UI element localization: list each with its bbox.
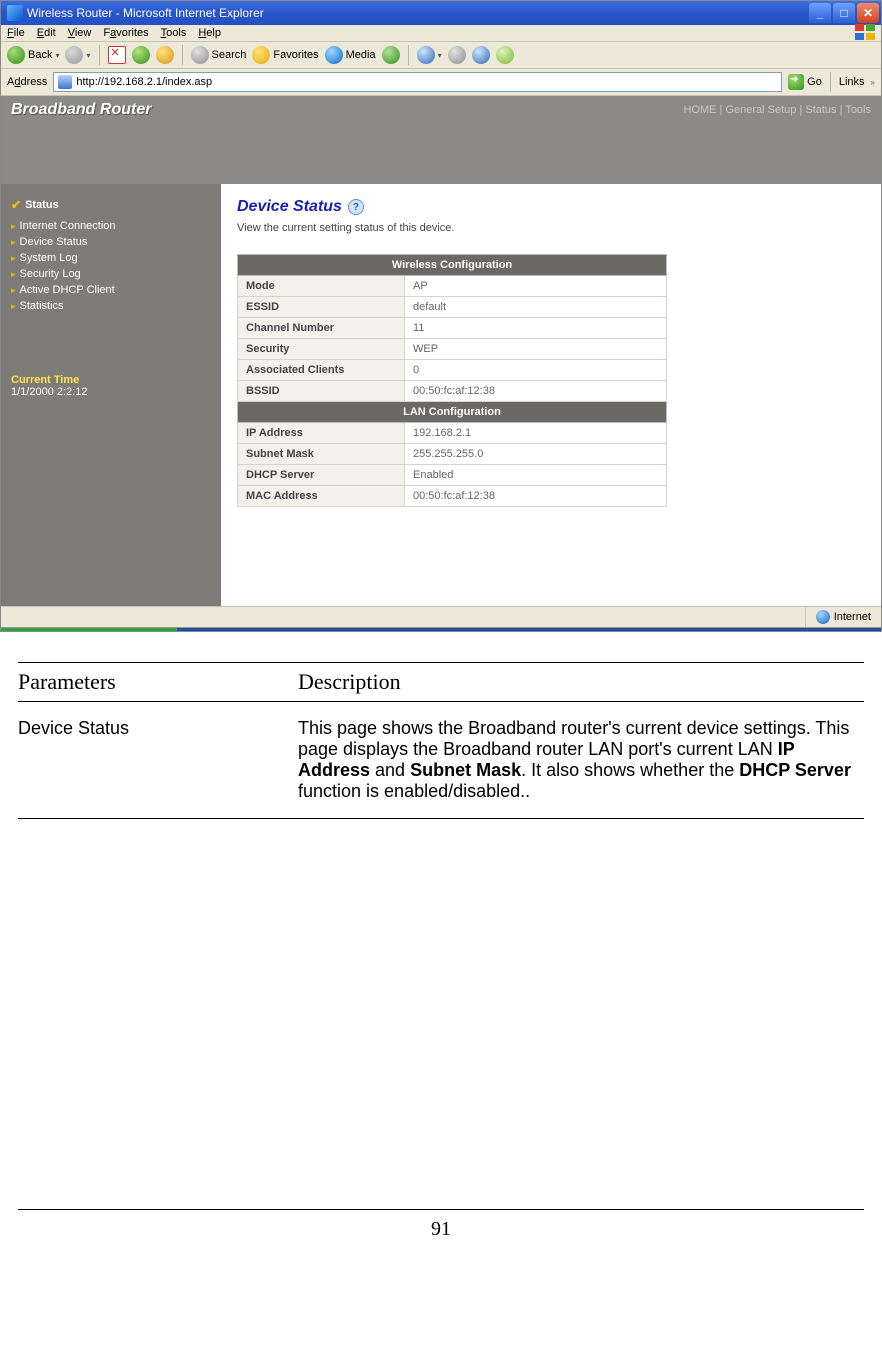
favorites-button[interactable]: Favorites — [252, 46, 318, 64]
nav-toolbar: Back▾ ▾ Search Favorites Media ▾ — [1, 42, 881, 69]
table-row: IP Address192.168.2.1 — [238, 423, 667, 444]
sidebar-item-system-log[interactable]: System Log — [11, 250, 211, 266]
param-description: This page shows the Broadband router's c… — [298, 702, 864, 819]
config-table: Wireless Configuration ModeAP ESSIDdefau… — [237, 254, 667, 507]
table-row: Associated Clients0 — [238, 360, 667, 381]
messenger-button[interactable] — [496, 46, 514, 64]
table-row: Channel Number11 — [238, 318, 667, 339]
current-time-value: 1/1/2000 2:2:12 — [11, 386, 211, 398]
table-row: MAC Address00:50:fc:af:12:38 — [238, 486, 667, 507]
router-sub-header — [1, 124, 881, 184]
page-icon — [58, 75, 72, 89]
maximize-button[interactable]: □ — [833, 3, 855, 23]
search-button[interactable]: Search — [191, 46, 247, 64]
menu-edit[interactable]: Edit — [37, 27, 56, 39]
star-icon — [252, 46, 270, 64]
menu-view[interactable]: View — [68, 27, 92, 39]
sidebar-title: ✔Status — [11, 198, 211, 212]
check-icon: ✔ — [11, 198, 21, 212]
windows-flag-icon — [855, 25, 877, 41]
search-icon — [191, 46, 209, 64]
help-icon[interactable]: ? — [348, 199, 364, 215]
router-brand: Broadband Router — [11, 101, 151, 119]
globe-icon — [816, 610, 830, 624]
sidebar-item-active-dhcp-client[interactable]: Active DHCP Client — [11, 282, 211, 298]
sidebar-item-device-status[interactable]: Device Status — [11, 234, 211, 250]
security-zone: Internet — [805, 607, 881, 627]
sidebar-item-internet-connection[interactable]: Internet Connection — [11, 218, 211, 234]
refresh-button[interactable] — [132, 46, 150, 64]
page-content: Broadband Router HOME | General Setup | … — [1, 96, 881, 606]
sidebar-list: Internet Connection Device Status System… — [11, 218, 211, 314]
mail-icon — [417, 46, 435, 64]
chevron-right-icon: » — [871, 78, 875, 87]
address-label: Address — [7, 76, 47, 88]
browser-window: Wireless Router - Microsoft Internet Exp… — [0, 0, 882, 632]
menu-help[interactable]: Help — [198, 27, 221, 39]
document-body: Parameters Description Device Status Thi… — [0, 632, 882, 1241]
media-icon — [325, 46, 343, 64]
page-number: 91 — [18, 1209, 864, 1241]
minimize-button[interactable]: _ — [809, 3, 831, 23]
definition-table: Parameters Description Device Status Thi… — [18, 662, 864, 819]
menu-file[interactable]: File — [7, 27, 25, 39]
print-button[interactable] — [448, 46, 466, 64]
address-bar: Address http://192.168.2.1/index.asp Go … — [1, 69, 881, 96]
main-pane: Device Status? View the current setting … — [221, 184, 881, 606]
table-row: Security WEP — [238, 339, 667, 360]
media-button[interactable]: Media — [325, 46, 376, 64]
router-header: Broadband Router HOME | General Setup | … — [1, 96, 881, 124]
ie-icon — [7, 5, 23, 21]
router-top-links[interactable]: HOME | General Setup | Status | Tools — [683, 104, 871, 116]
footer-accent — [1, 627, 881, 631]
table-row: ModeAP — [238, 276, 667, 297]
back-button[interactable]: Back▾ — [7, 46, 59, 64]
go-icon — [788, 74, 804, 90]
lan-header: LAN Configuration — [238, 402, 667, 423]
menu-tools[interactable]: Tools — [161, 27, 187, 39]
sidebar-item-statistics[interactable]: Statistics — [11, 298, 211, 314]
history-button[interactable] — [382, 46, 400, 64]
edit-button[interactable] — [472, 46, 490, 64]
url-text: http://192.168.2.1/index.asp — [76, 76, 212, 88]
stop-button[interactable] — [108, 46, 126, 64]
col-description: Description — [298, 663, 864, 702]
table-row: Subnet Mask255.255.255.0 — [238, 444, 667, 465]
url-field[interactable]: http://192.168.2.1/index.asp — [53, 72, 782, 92]
status-bar: Internet — [1, 606, 881, 627]
window-title: Wireless Router - Microsoft Internet Exp… — [27, 6, 264, 20]
menu-favorites[interactable]: Favorites — [103, 27, 148, 39]
go-button[interactable]: Go — [788, 74, 822, 90]
sidebar: ✔Status Internet Connection Device Statu… — [1, 184, 221, 606]
current-time-label: Current Time — [11, 374, 211, 386]
forward-button[interactable]: ▾ — [65, 46, 90, 64]
page-title: Device Status? — [237, 198, 865, 216]
col-parameters: Parameters — [18, 663, 298, 702]
links-label[interactable]: Links — [839, 76, 865, 88]
menu-bar: File Edit View Favorites Tools Help — [1, 25, 881, 42]
table-row: DHCP ServerEnabled — [238, 465, 667, 486]
wlan-header: Wireless Configuration — [238, 255, 667, 276]
param-name: Device Status — [18, 702, 298, 819]
table-row: BSSID00:50:fc:af:12:38 — [238, 381, 667, 402]
mail-button[interactable]: ▾ — [417, 46, 442, 64]
sidebar-item-security-log[interactable]: Security Log — [11, 266, 211, 282]
close-button[interactable]: ✕ — [857, 3, 879, 23]
home-button[interactable] — [156, 46, 174, 64]
page-subtitle: View the current setting status of this … — [237, 222, 865, 234]
window-titlebar: Wireless Router - Microsoft Internet Exp… — [1, 1, 881, 25]
forward-icon — [65, 46, 83, 64]
table-row: ESSIDdefault — [238, 297, 667, 318]
back-icon — [7, 46, 25, 64]
